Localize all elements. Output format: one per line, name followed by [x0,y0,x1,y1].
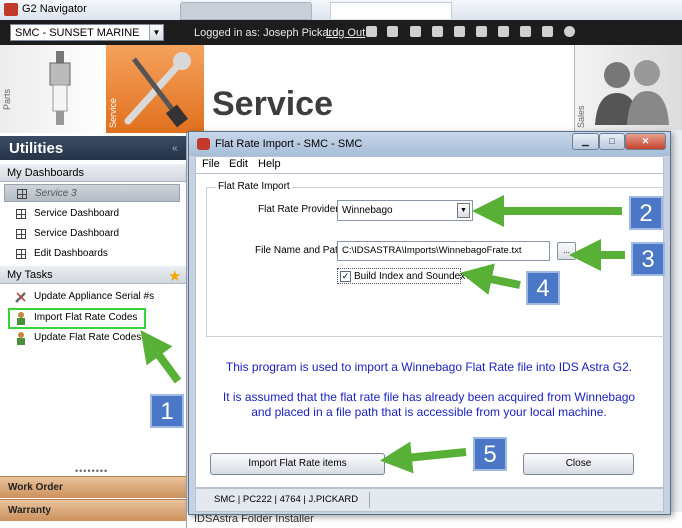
annotation-badge-1: 1 [150,394,184,428]
annotation-arrow-1 [140,330,182,384]
annotation-arrow-4 [460,263,521,295]
annotation-badge-3: 3 [631,242,665,276]
annotation-badge-2: 2 [629,196,663,230]
annotation-arrow-5 [380,441,467,474]
annotation-arrows [140,195,625,474]
annotation-badge-5: 5 [473,437,507,471]
annotation-badge-4: 4 [526,271,560,305]
